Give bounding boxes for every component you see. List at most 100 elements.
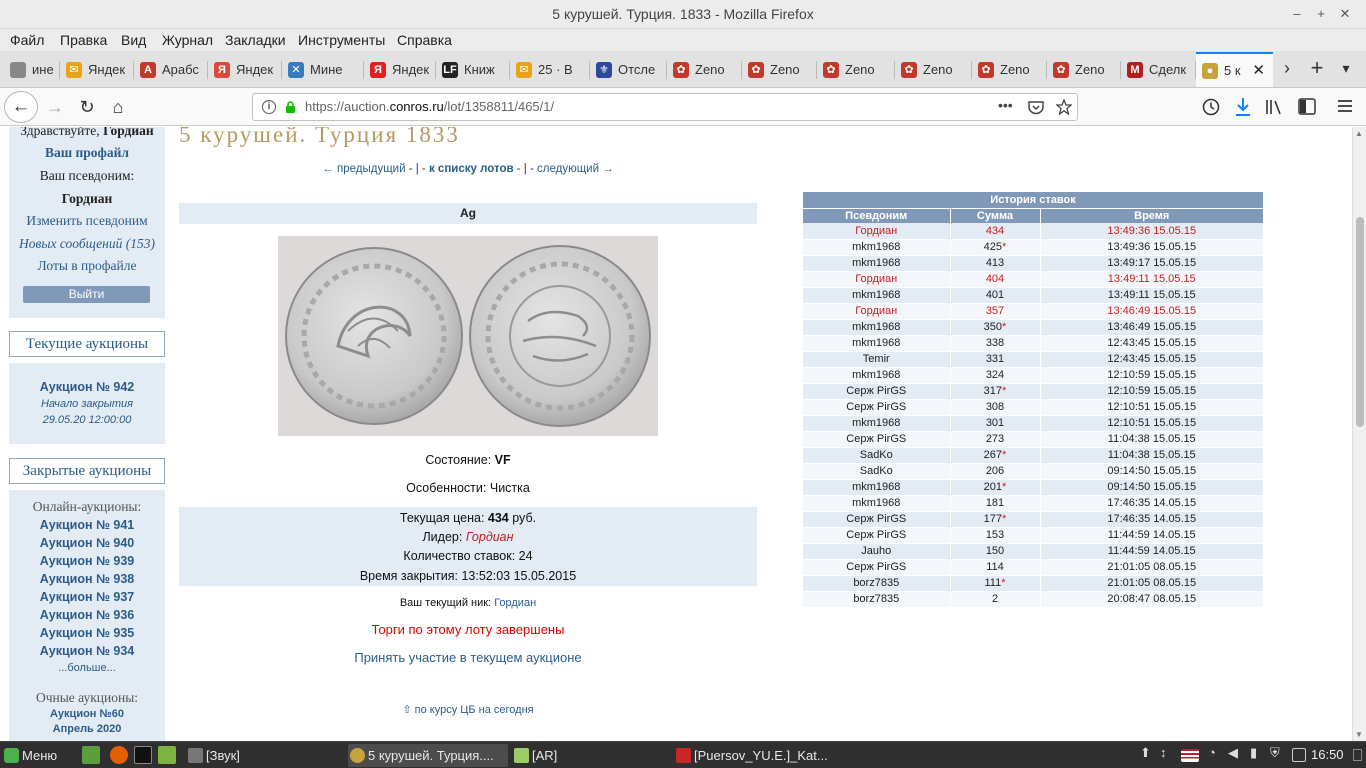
coin-image[interactable] [278,236,658,436]
taskbar-item-sound[interactable]: [Звук] [186,744,341,767]
logout-button[interactable]: Выйти [23,286,150,303]
shield-icon[interactable]: ⛨ [1270,745,1288,763]
tab-active[interactable]: ● 5 к ✕ [1196,52,1273,87]
offline-auction-date: Апрель 2020 [52,723,122,735]
closed-auction-link[interactable]: Аукцион № 936 [9,608,165,622]
exchange-rate-link[interactable]: ⇧ по курсу ЦБ на сегодня [179,703,757,716]
next-arrow-icon[interactable]: → [602,163,614,175]
taskbar-item-firefox[interactable]: 5 курушей. Турция.... [348,744,508,767]
tab-label: Отсле [618,62,656,77]
bid-time: 11:04:38 15.05.15 [1040,431,1264,448]
tab[interactable]: ✕ Мине [282,53,364,87]
offline-auction-link[interactable]: Аукцион №60 [9,708,165,720]
pocket-icon[interactable] [1028,100,1044,115]
close-tab-icon[interactable]: ✕ [1252,54,1265,87]
tab[interactable]: ⚜ Отсле [590,53,667,87]
tab[interactable]: Я Яндек [208,53,282,87]
bookmark-star-icon[interactable] [1056,99,1072,115]
downloads-icon[interactable] [1234,97,1252,117]
scroll-down-icon[interactable]: ▼ [1355,730,1363,739]
more-auctions-link[interactable]: ...больше... [9,662,165,674]
scroll-up-icon[interactable]: ▲ [1355,129,1363,138]
tab[interactable]: ✿ Zeno [895,53,972,87]
show-desktop-corner[interactable] [1353,749,1362,761]
closed-auction-link[interactable]: Аукцион № 935 [9,626,165,640]
forward-icon[interactable]: → [42,95,68,119]
menu-bookmarks[interactable]: Закладки [225,32,286,48]
url-bar[interactable]: i https://auction.conros.ru/lot/1358811/… [252,93,1078,121]
closed-auction-link[interactable]: Аукцион № 938 [9,572,165,586]
menu-edit[interactable]: Правка [60,32,107,48]
menu-tools[interactable]: Инструменты [298,32,385,48]
menu-help[interactable]: Справка [397,32,452,48]
hamburger-menu-icon[interactable] [1337,99,1353,113]
tab[interactable]: А Арабс [134,53,208,87]
messages-link[interactable]: Новых сообщений (153) [9,236,165,252]
terminal-launcher-icon[interactable] [134,746,152,764]
home-icon[interactable]: ⌂ [105,95,131,119]
current-nick-link[interactable]: Гордиан [494,597,536,609]
tab[interactable]: LF Книж [436,53,510,87]
minimize-button[interactable]: – [1286,4,1308,24]
show-desktop-icon[interactable] [82,746,100,764]
prev-lot-link[interactable]: предыдущий [337,163,406,175]
taskbar-item-ar[interactable]: [AR] [512,744,667,767]
volume-icon[interactable]: ◀ [1228,745,1246,763]
scrollbar-thumb[interactable] [1356,217,1364,427]
tab[interactable]: ✉ Яндек [60,53,134,87]
closed-auctions-header[interactable]: Закрытые аукционы [9,458,165,484]
tab[interactable]: ✉ 25 · В [510,53,590,87]
tab[interactable]: ✿ Zeno [972,53,1047,87]
change-nick-link[interactable]: Изменить псевдоним [9,213,165,229]
tab[interactable]: Я Яндек [364,53,436,87]
tray-window-icon[interactable] [1292,748,1306,762]
wifi-icon[interactable]: ◔ [1208,745,1226,763]
tab[interactable]: ине [4,53,60,87]
tab[interactable]: ✿ Zeno [667,53,742,87]
info-icon[interactable]: i [262,100,276,114]
tab[interactable]: М Сделк [1121,53,1196,87]
network-arrows-icon[interactable]: ↕ [1160,745,1170,763]
upload-tray-icon[interactable]: ⬆ [1140,745,1152,763]
tab[interactable]: ✿ Zeno [742,53,817,87]
profile-lots-link[interactable]: Лоты в профайле [9,258,165,274]
clock[interactable]: 16:50 [1311,747,1344,762]
tab[interactable]: ✿ Zeno [1047,53,1121,87]
taskbar-item-document[interactable]: [Puersov_YU.E.]_Kat... [674,744,829,767]
current-auctions-header[interactable]: Текущие аукционы [9,331,165,357]
start-menu-button[interactable]: Меню [2,744,72,767]
tab-favicon-icon: LF [442,62,458,78]
battery-icon[interactable]: ▮ [1250,745,1268,763]
maximize-button[interactable]: + [1310,4,1332,24]
closed-auction-link[interactable]: Аукцион № 940 [9,536,165,550]
closed-auction-link[interactable]: Аукцион № 939 [9,554,165,568]
menu-history[interactable]: Журнал [162,32,213,48]
page-scrollbar[interactable]: ▲ ▼ [1352,127,1366,741]
new-tab-icon[interactable]: + [1305,55,1329,81]
profile-link[interactable]: Ваш профайл [9,145,165,161]
current-auction-link[interactable]: Аукцион № 942 [9,380,165,394]
next-lot-link[interactable]: следующий [537,163,599,175]
closed-auction-link[interactable]: Аукцион № 934 [9,644,165,658]
keyboard-layout-flag-icon[interactable] [1181,749,1199,762]
lot-list-link[interactable]: к списку лотов [429,163,514,175]
close-window-button[interactable]: ✕ [1334,4,1356,24]
bid-row: Серж PirGS 114 21:01:05 08.05.15 [803,559,1264,576]
closed-auction-link[interactable]: Аукцион № 941 [9,518,165,532]
history-clock-icon[interactable] [1202,98,1220,116]
firefox-launcher-icon[interactable] [110,746,128,764]
tab-list-icon[interactable]: ▾ [1334,60,1358,77]
back-icon[interactable]: ← [4,91,38,123]
tabs-scroll-right-icon[interactable]: › [1275,58,1299,79]
tab[interactable]: ✿ Zeno [817,53,895,87]
library-icon[interactable] [1265,98,1285,116]
closed-auction-link[interactable]: Аукцион № 937 [9,590,165,604]
page-actions-icon[interactable]: ••• [998,97,1013,113]
sidebar-toggle-icon[interactable] [1298,98,1316,115]
join-auction-link[interactable]: Принять участие в текущем аукционе [179,650,757,665]
menu-file[interactable]: Файл [10,32,44,48]
files-launcher-icon[interactable] [158,746,176,764]
menu-view[interactable]: Вид [121,32,146,48]
reload-icon[interactable]: ↻ [74,95,100,119]
prev-arrow-icon[interactable]: ← [322,163,334,175]
